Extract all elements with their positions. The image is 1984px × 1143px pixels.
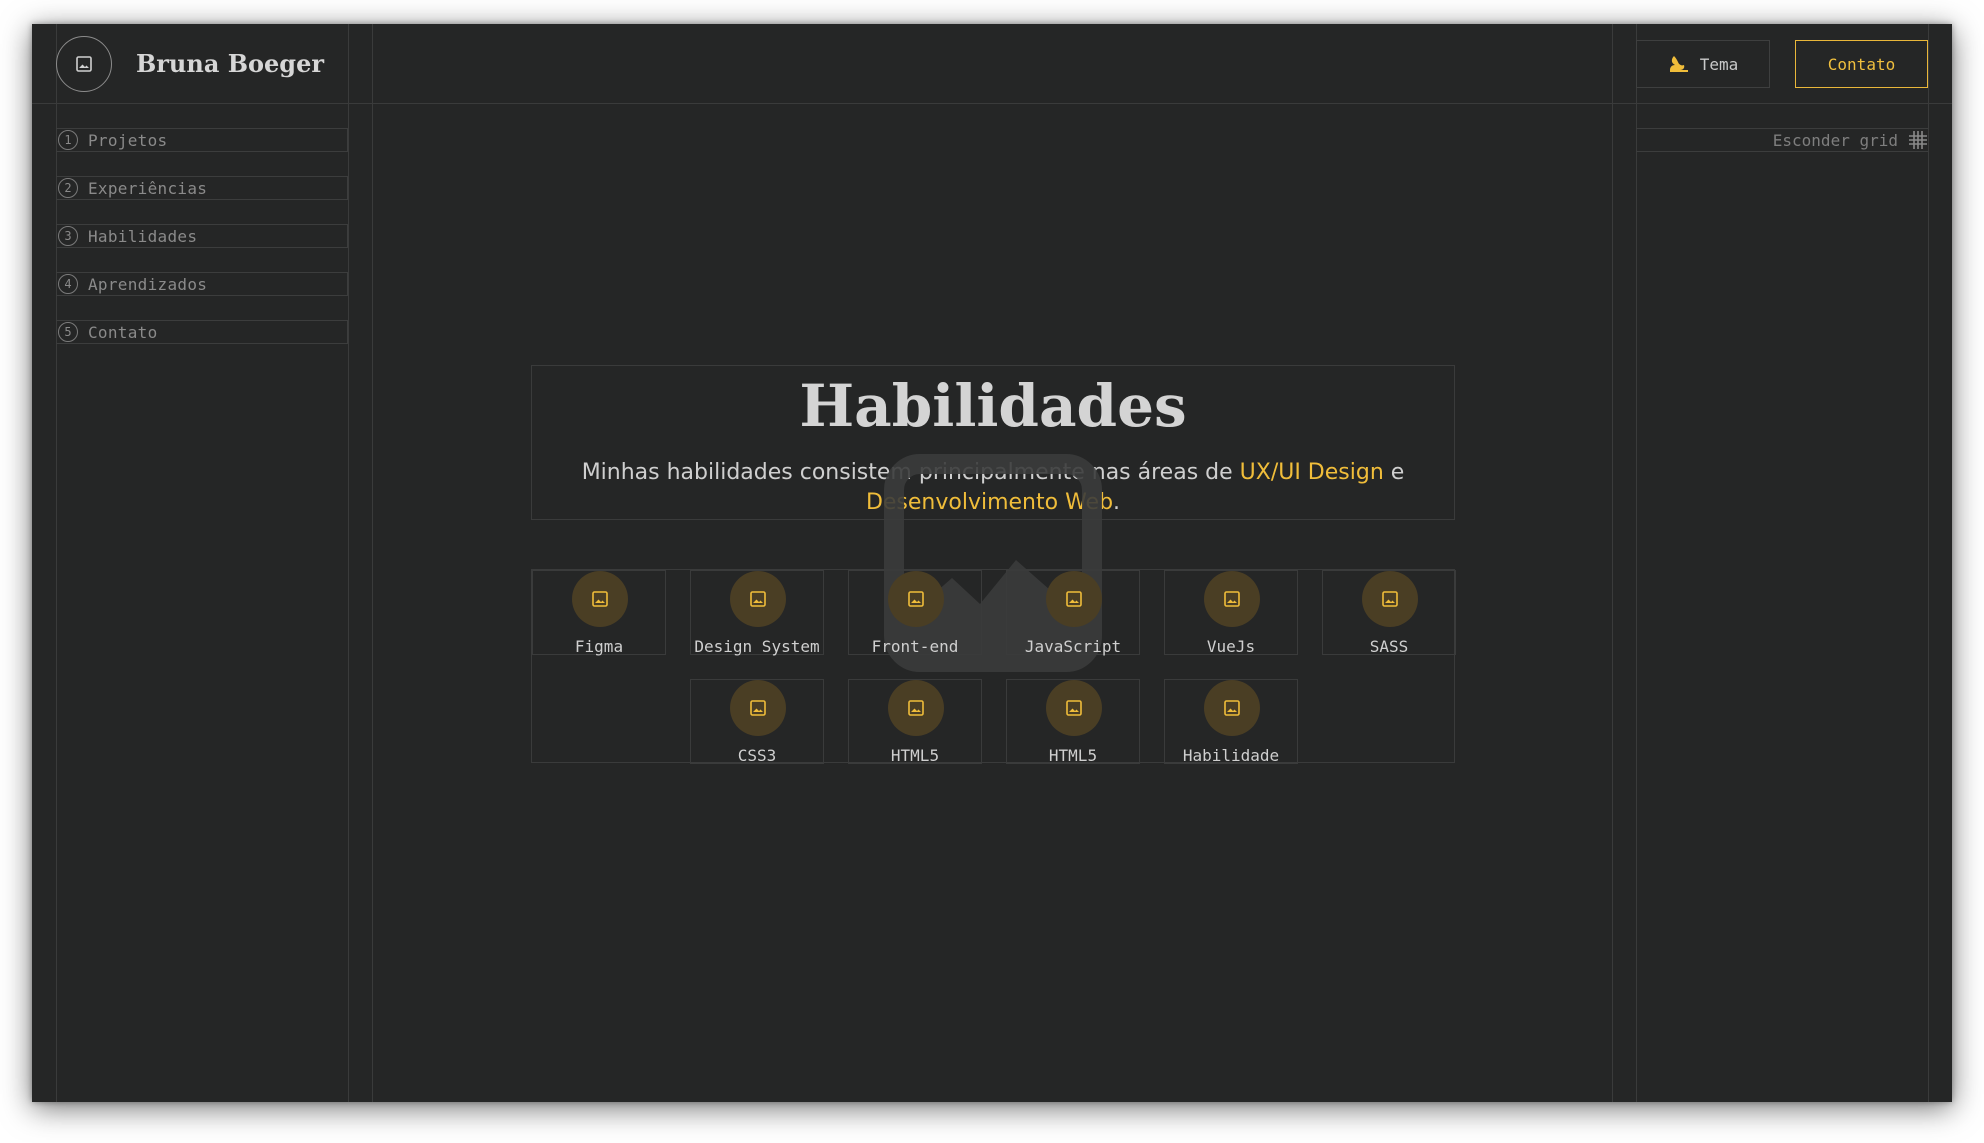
- skill-label: HTML5: [1048, 746, 1098, 765]
- grid-toggle-label: Esconder grid: [1772, 130, 1898, 150]
- skill-label: Front-end: [871, 637, 959, 656]
- theme-icon: [1669, 56, 1688, 72]
- image-placeholder-icon: [1204, 571, 1260, 627]
- image-placeholder-icon: [730, 571, 786, 627]
- nav-item-habilidades[interactable]: 3 Habilidades: [56, 224, 348, 248]
- desc-text: e: [1383, 460, 1405, 485]
- theme-label: Tema: [1699, 54, 1739, 74]
- image-placeholder-icon: [1204, 680, 1260, 736]
- image-placeholder-icon: [730, 680, 786, 736]
- grid-line: [348, 24, 349, 1102]
- skill-label: HTML5: [890, 746, 940, 765]
- section-nav: 1 Projetos 2 Experiências 3 Habilidades …: [56, 128, 348, 368]
- grid-line: [372, 24, 373, 1102]
- header-divider: [32, 103, 1952, 104]
- skill-card[interactable]: HTML5: [848, 679, 982, 765]
- nav-number: 3: [58, 226, 78, 246]
- image-placeholder-icon: [1362, 571, 1418, 627]
- skill-card[interactable]: Design System: [690, 570, 824, 656]
- skill-label: CSS3: [737, 746, 777, 765]
- image-placeholder-icon: [888, 680, 944, 736]
- skill-card[interactable]: Figma: [532, 570, 666, 656]
- desc-text: .: [1113, 490, 1121, 515]
- highlight-dev-web: Desenvolvimento Web: [865, 490, 1114, 515]
- nav-label: Projetos: [88, 130, 168, 150]
- nav-item-aprendizados[interactable]: 4 Aprendizados: [56, 272, 348, 296]
- nav-number: 5: [58, 322, 78, 342]
- theme-button[interactable]: Tema: [1636, 40, 1770, 88]
- grid-line: [1636, 24, 1637, 1102]
- brand-logo[interactable]: [56, 36, 112, 92]
- image-placeholder-icon: [1046, 680, 1102, 736]
- nav-label: Aprendizados: [88, 274, 208, 294]
- nav-item-projetos[interactable]: 1 Projetos: [56, 128, 348, 152]
- nav-label: Experiências: [88, 178, 208, 198]
- skill-card[interactable]: SASS: [1322, 570, 1456, 656]
- page-title: Habilidades: [799, 372, 1187, 440]
- nav-label: Habilidades: [88, 226, 198, 246]
- image-placeholder-icon: [76, 56, 92, 72]
- grid-line: [1612, 24, 1613, 1102]
- skill-label: JavaScript: [1024, 637, 1122, 656]
- hero-section: Habilidades Minhas habilidades consistem…: [531, 365, 1455, 520]
- hero-description: Minhas habilidades consistem principalme…: [572, 458, 1414, 518]
- skill-card[interactable]: CSS3: [690, 679, 824, 765]
- grid-icon: [1909, 131, 1927, 149]
- nav-label: Contato: [88, 322, 158, 342]
- grid-line: [1928, 24, 1929, 1102]
- nav-number: 1: [58, 130, 78, 150]
- desc-text: Minhas habilidades consistem principalme…: [581, 460, 1240, 485]
- skill-card[interactable]: Habilidade: [1164, 679, 1298, 765]
- contact-label: Contato: [1827, 54, 1896, 74]
- skill-card[interactable]: VueJs: [1164, 570, 1298, 656]
- skills-grid: Figma Design System Front-end JavaScript…: [531, 569, 1456, 765]
- skill-card[interactable]: HTML5: [1006, 679, 1140, 765]
- brand-name[interactable]: Bruna Boeger: [136, 44, 324, 84]
- nav-number: 4: [58, 274, 78, 294]
- image-placeholder-icon: [888, 571, 944, 627]
- highlight-uxui: UX/UI Design: [1239, 460, 1384, 485]
- contact-button[interactable]: Contato: [1795, 40, 1928, 88]
- nav-item-experiencias[interactable]: 2 Experiências: [56, 176, 348, 200]
- skill-label: SASS: [1369, 637, 1409, 656]
- image-placeholder-icon: [1046, 571, 1102, 627]
- skill-card[interactable]: Front-end: [848, 570, 982, 656]
- grid-toggle[interactable]: Esconder grid: [1636, 128, 1928, 152]
- skill-label: Figma: [574, 637, 624, 656]
- skill-label: VueJs: [1206, 637, 1256, 656]
- skill-label: Habilidade: [1182, 746, 1280, 765]
- nav-item-contato[interactable]: 5 Contato: [56, 320, 348, 344]
- skill-label: Design System: [694, 637, 820, 656]
- image-placeholder-icon: [572, 571, 628, 627]
- portfolio-window: Bruna Boeger 1 Projetos 2 Experiências 3…: [32, 24, 1952, 1102]
- nav-number: 2: [58, 178, 78, 198]
- skill-card[interactable]: JavaScript: [1006, 570, 1140, 656]
